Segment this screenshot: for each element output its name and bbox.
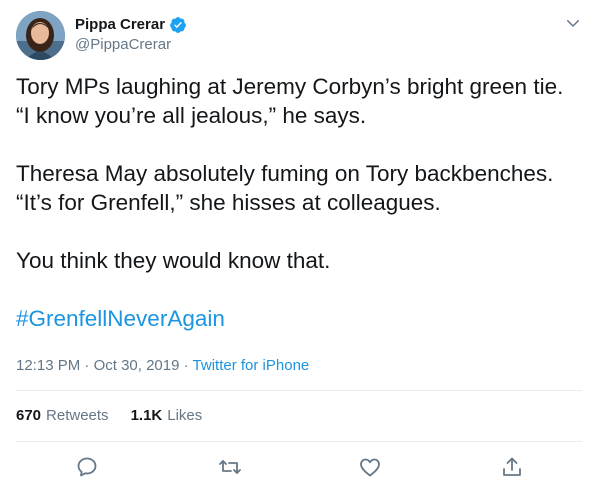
tweet-source-link[interactable]: Twitter for iPhone (193, 357, 310, 374)
reply-icon[interactable] (75, 455, 99, 479)
author-name-row[interactable]: Pippa Crerar (75, 15, 187, 35)
tweet-line: Tory MPs laughing at Jeremy Corbyn’s bri… (16, 74, 564, 99)
share-icon[interactable] (500, 455, 524, 479)
avatar-image (16, 11, 65, 60)
likes-count: 1.1K (130, 407, 163, 424)
avatar[interactable] (16, 11, 65, 60)
hashtag-link[interactable]: #GrenfellNeverAgain (16, 306, 225, 331)
tweet-line: “I know you’re all jealous,” he says. (16, 103, 367, 128)
chevron-down-icon[interactable] (564, 14, 582, 32)
divider (16, 441, 582, 442)
verified-badge-icon (170, 17, 186, 33)
heart-icon[interactable] (358, 455, 382, 479)
tweet-line: Theresa May absolutely fuming on Tory ba… (16, 161, 554, 186)
tweet-actions (0, 455, 598, 479)
retweets-count: 670 (16, 407, 42, 424)
tweet-line: “It’s for Grenfell,” she hisses at colle… (16, 190, 441, 215)
tweet-stats: 670 Retweets 1.1K Likes (16, 406, 224, 426)
display-name[interactable]: Pippa Crerar (75, 15, 165, 35)
tweet-date[interactable]: Oct 30, 2019 (94, 357, 180, 374)
likes-label: Likes (167, 407, 203, 424)
tweet-meta: 12:13 PM · Oct 30, 2019 · Twitter for iP… (16, 356, 309, 376)
tweet-time[interactable]: 12:13 PM (16, 357, 80, 374)
retweets-label: Retweets (46, 407, 109, 424)
divider (16, 390, 582, 391)
meta-separator: · (84, 357, 90, 374)
tweet-text: Tory MPs laughing at Jeremy Corbyn’s bri… (16, 72, 586, 333)
likes-stat[interactable]: 1.1K Likes (131, 406, 203, 426)
tweet-card: Pippa Crerar @PippaCrerar Tory MPs laugh… (0, 0, 598, 490)
retweets-stat[interactable]: 670 Retweets (16, 406, 109, 426)
meta-separator: · (183, 357, 189, 374)
author-handle[interactable]: @PippaCrerar (75, 35, 171, 55)
retweet-icon[interactable] (218, 455, 242, 479)
tweet-line: You think they would know that. (16, 248, 331, 273)
